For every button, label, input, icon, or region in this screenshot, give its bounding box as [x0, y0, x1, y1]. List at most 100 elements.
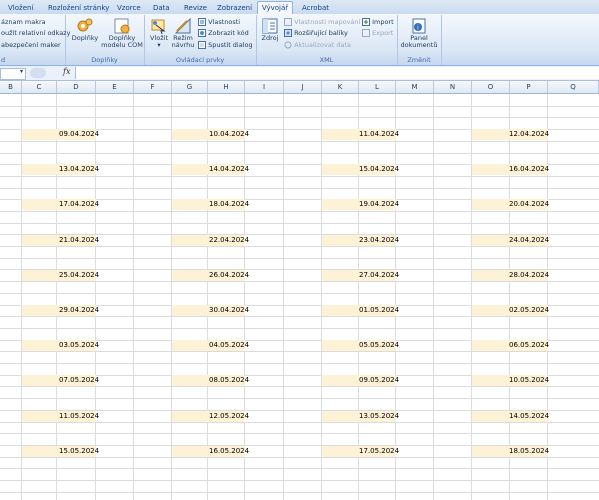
tab-zobrazeni[interactable]: Zobrazení [217, 2, 252, 14]
date-cell[interactable]: 27.04.2024 [322, 270, 399, 281]
date-cell[interactable]: 09.04.2024 [22, 129, 99, 140]
date-cell[interactable]: 13.04.2024 [22, 164, 99, 175]
tab-vlozeni[interactable]: Vložení [8, 2, 33, 14]
date-cell[interactable]: 04.05.2024 [172, 340, 249, 351]
date-value: 10.04.2024 [209, 130, 250, 138]
column-header-l[interactable]: L [359, 81, 396, 93]
insert-function-icon[interactable]: fx [63, 67, 70, 76]
date-cell[interactable]: 16.04.2024 [472, 164, 549, 175]
column-header-e[interactable]: E [96, 81, 134, 93]
tab-vzorce[interactable]: Vzorce [117, 2, 141, 14]
column-header-i[interactable]: I [245, 81, 284, 93]
refresh-data-icon [284, 41, 292, 49]
date-value: 18.04.2024 [209, 200, 250, 208]
date-cell[interactable]: 25.04.2024 [22, 270, 99, 281]
date-cell[interactable]: 17.04.2024 [22, 199, 99, 210]
column-header-n[interactable]: N [434, 81, 472, 93]
view-code-button[interactable]: Zobrazit kód [198, 28, 249, 38]
date-cell[interactable]: 10.04.2024 [172, 129, 250, 140]
design-mode-button[interactable]: Režim návrhu [171, 17, 195, 49]
date-cell[interactable]: 10.05.2024 [472, 375, 549, 386]
date-cell[interactable]: 12.04.2024 [472, 129, 549, 140]
date-cell[interactable]: 18.05.2024 [472, 446, 549, 457]
date-cell[interactable]: 06.05.2024 [472, 340, 549, 351]
document-panel-label-2: dokumentů [400, 41, 438, 49]
date-cell[interactable]: 15.05.2024 [22, 446, 100, 457]
date-cell[interactable]: 08.05.2024 [172, 375, 249, 386]
date-cell[interactable]: 13.05.2024 [322, 411, 399, 422]
column-header-j[interactable]: J [284, 81, 322, 93]
document-panel-button[interactable]: i Panel dokumentů [399, 17, 439, 49]
date-cell[interactable]: 11.05.2024 [22, 411, 100, 422]
column-header-q[interactable]: Q [548, 81, 599, 93]
properties-label: Vlastnosti [208, 18, 241, 26]
macro-security-button[interactable]: abezpečení maker [1, 40, 61, 50]
column-header-h[interactable]: H [208, 81, 245, 93]
map-properties-button[interactable]: Vlastnosti mapování [284, 17, 360, 27]
date-cell[interactable]: 18.04.2024 [172, 199, 250, 210]
formula-bar-handle[interactable] [30, 68, 46, 78]
date-cell[interactable]: 02.05.2024 [472, 305, 549, 316]
run-dialog-button[interactable]: Spustit dialog [198, 40, 253, 50]
addins-label: Doplňky [71, 34, 99, 42]
xml-source-button[interactable]: Zdroj [259, 17, 281, 42]
column-header-d[interactable]: D [57, 81, 96, 93]
properties-button[interactable]: Vlastnosti [198, 17, 240, 27]
date-cell[interactable]: 30.04.2024 [172, 305, 249, 316]
date-cell[interactable]: 03.05.2024 [22, 340, 99, 351]
record-macro-button[interactable]: áznam makra [1, 17, 46, 27]
name-box[interactable]: ▾ [0, 68, 26, 80]
date-cell[interactable]: 14.05.2024 [472, 411, 550, 422]
addins-button[interactable]: Doplňky [68, 17, 102, 42]
com-addins-button[interactable]: Doplňky modelu COM [101, 17, 143, 49]
name-box-dropdown-icon[interactable]: ▾ [20, 68, 23, 75]
expansion-packs-button[interactable]: Rozšiřující balíky [284, 28, 348, 38]
export-button[interactable]: Export [362, 28, 393, 38]
date-cell[interactable]: 21.04.2024 [22, 235, 99, 246]
date-cell[interactable]: 23.04.2024 [322, 235, 399, 246]
date-cell[interactable]: 24.04.2024 [472, 235, 549, 246]
worksheet-grid[interactable]: 09.04.2024 10.04.2024 11.04.2024 12.04.2024… [0, 94, 599, 500]
date-cell[interactable]: 16.05.2024 [172, 446, 249, 457]
date-cell[interactable]: 28.04.2024 [472, 270, 549, 281]
controls-group: Vložit ▾ Režim návrhu Vlastnosti Zobrazi… [144, 15, 257, 65]
tab-data[interactable]: Data [153, 2, 170, 14]
relative-references-button[interactable]: oužít relativní odkazy [1, 28, 70, 38]
date-cell[interactable]: 17.05.2024 [322, 446, 399, 457]
date-value: 14.05.2024 [509, 412, 550, 420]
chevron-down-icon: ▾ [157, 41, 161, 49]
tab-revize[interactable]: Revize [184, 2, 207, 14]
tab-acrobat[interactable]: Acrobat [302, 2, 329, 14]
column-header-o[interactable]: O [472, 81, 510, 93]
column-header-g[interactable]: G [172, 81, 208, 93]
column-header-p[interactable]: P [510, 81, 548, 93]
tab-rozlozeni-stranky[interactable]: Rozložení stránky [48, 2, 109, 14]
date-cell[interactable]: 20.04.2024 [472, 199, 550, 210]
date-cell[interactable]: 15.04.2024 [322, 164, 399, 175]
date-cell[interactable]: 09.05.2024 [322, 375, 399, 386]
column-header-k[interactable]: K [322, 81, 359, 93]
date-cell[interactable]: 29.04.2024 [22, 305, 99, 316]
date-cell[interactable]: 11.04.2024 [322, 129, 399, 140]
date-cell[interactable]: 22.04.2024 [172, 235, 249, 246]
date-value: 11.05.2024 [59, 412, 100, 420]
column-header-c[interactable]: C [22, 81, 57, 93]
date-cell[interactable]: 01.05.2024 [322, 305, 399, 316]
column-header-m[interactable]: M [396, 81, 434, 93]
date-cell[interactable]: 19.04.2024 [322, 199, 399, 210]
date-value: 15.05.2024 [59, 447, 100, 455]
date-cell[interactable]: 26.04.2024 [172, 270, 249, 281]
date-cell[interactable]: 12.05.2024 [172, 411, 249, 422]
tab-vyvojar[interactable]: Vývojář [257, 1, 293, 15]
date-value: 20.04.2024 [509, 200, 550, 208]
import-button[interactable]: Import [362, 17, 394, 27]
column-header-b[interactable]: B [0, 81, 22, 93]
design-mode-icon [174, 17, 191, 34]
date-cell[interactable]: 07.05.2024 [22, 375, 99, 386]
date-cell[interactable]: 14.04.2024 [172, 164, 249, 175]
refresh-data-button[interactable]: Aktualizovat data [284, 40, 351, 50]
formula-input[interactable] [75, 67, 599, 79]
date-cell[interactable]: 05.05.2024 [322, 340, 399, 351]
insert-control-button[interactable]: Vložit ▾ [147, 17, 171, 49]
column-header-f[interactable]: F [134, 81, 172, 93]
